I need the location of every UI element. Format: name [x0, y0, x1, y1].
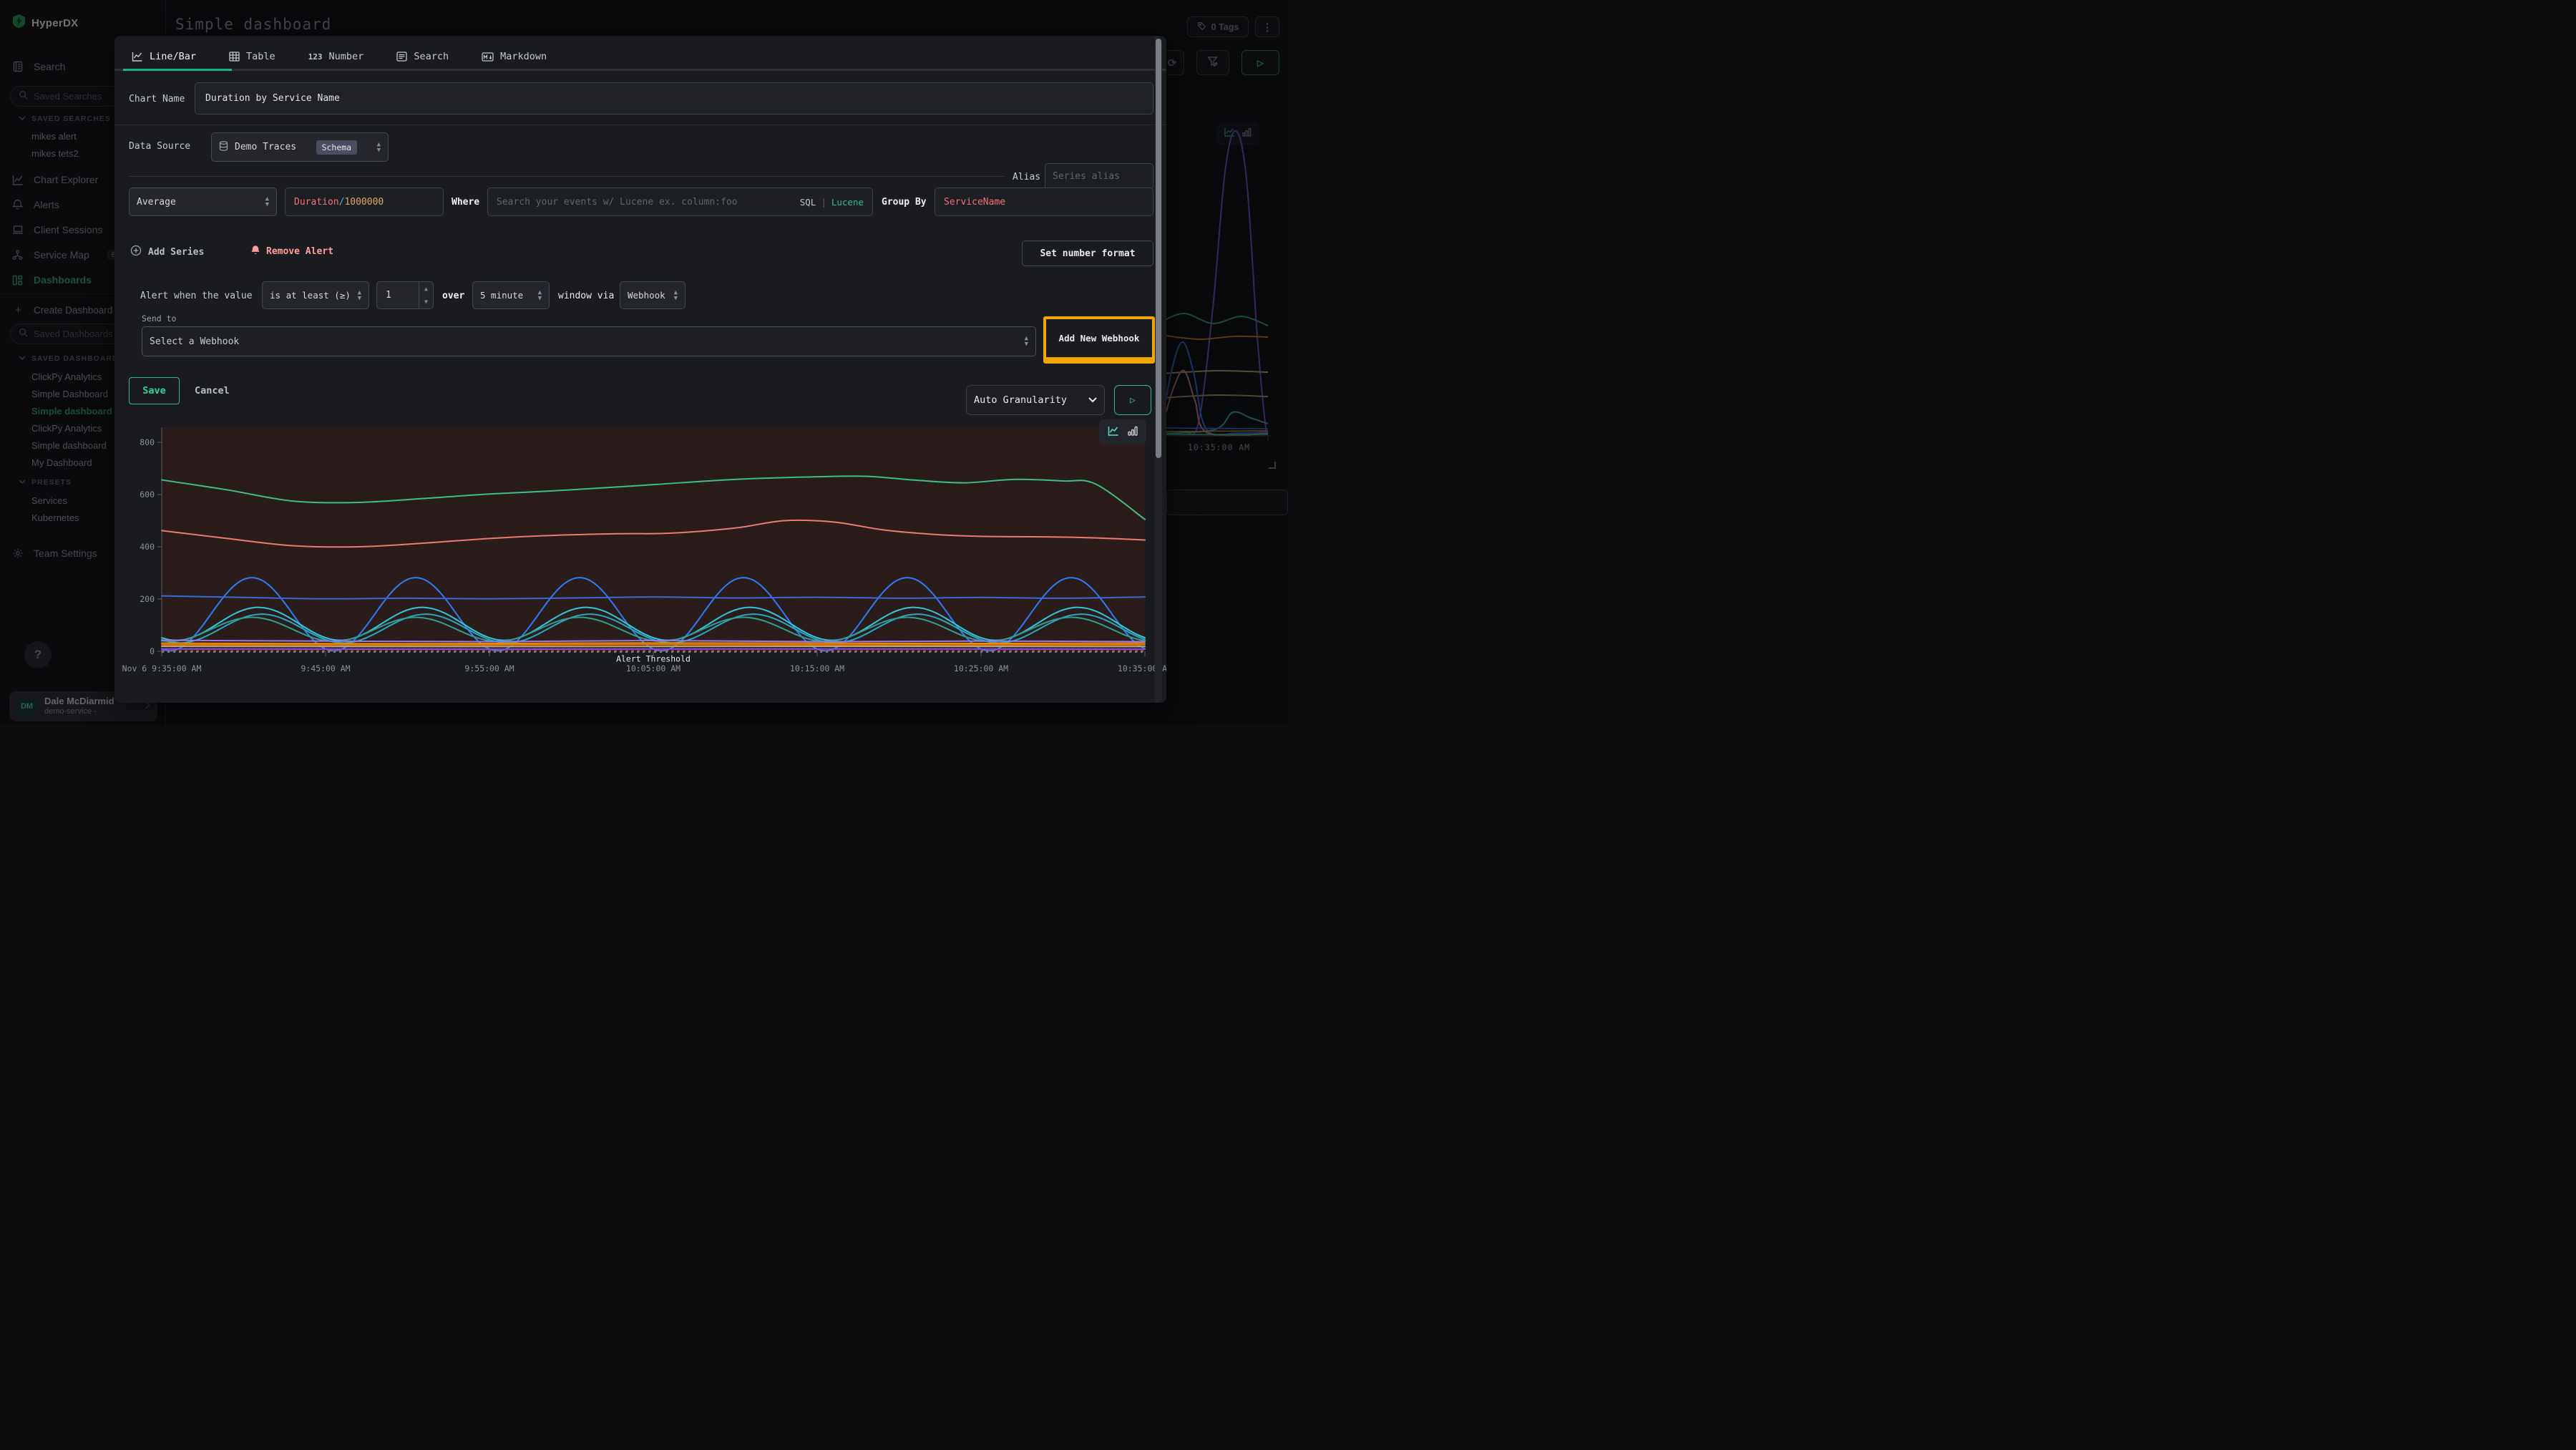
- number-123-icon: 123: [308, 52, 323, 62]
- preview-play-button[interactable]: ▷: [1114, 385, 1151, 415]
- number-stepper[interactable]: ▲▼: [419, 282, 433, 308]
- edit-chart-modal: Line/Bar Table 123 Number Search Markdow…: [114, 36, 1166, 703]
- lang-sql[interactable]: SQL: [800, 197, 816, 208]
- bell-filled-icon: [250, 245, 260, 258]
- save-button[interactable]: Save: [129, 377, 180, 404]
- svg-text:200: 200: [140, 594, 155, 604]
- modal-scrollbar-thumb[interactable]: [1156, 39, 1161, 458]
- tab-search[interactable]: Search: [396, 51, 449, 62]
- svg-text:0: 0: [150, 646, 155, 656]
- series-divider: [129, 176, 1005, 177]
- svg-text:10:25:00 AM: 10:25:00 AM: [954, 663, 1008, 673]
- svg-text:9:45:00 AM: 9:45:00 AM: [301, 663, 350, 673]
- chart-type-tabs: Line/Bar Table 123 Number Search Markdow…: [132, 44, 547, 69]
- search-list-icon: [396, 52, 407, 62]
- svg-text:10:15:00 AM: 10:15:00 AM: [790, 663, 844, 673]
- svg-text:Nov 6 9:35:00 AM: Nov 6 9:35:00 AM: [122, 663, 202, 673]
- stepper-up-icon[interactable]: ▲: [424, 286, 428, 292]
- remove-alert-button[interactable]: Remove Alert: [250, 245, 333, 258]
- chevron-updown-icon: ▲▼: [377, 142, 381, 153]
- alias-label: Alias: [1013, 172, 1040, 183]
- where-label: Where: [452, 197, 479, 208]
- field-expression-input[interactable]: Duration/1000000: [285, 188, 444, 216]
- group-by-input[interactable]: ServiceName: [935, 188, 1153, 216]
- alias-input[interactable]: [1045, 163, 1153, 190]
- group-by-label: Group By: [882, 197, 927, 208]
- chevron-updown-icon: ▲▼: [538, 290, 542, 301]
- alert-window-select[interactable]: 5 minute ▲▼: [472, 281, 550, 309]
- chart-type-toggle: [1099, 419, 1146, 444]
- svg-text:9:55:00 AM: 9:55:00 AM: [464, 663, 514, 673]
- svg-text:400: 400: [140, 542, 155, 552]
- alert-condition-select[interactable]: is at least (≥) ▲▼: [262, 281, 369, 309]
- tab-line-bar[interactable]: Line/Bar: [132, 51, 196, 62]
- svg-text:600: 600: [140, 490, 155, 500]
- preview-chart: 0 200 400 600 800 Nov 6 9:35:00 AM 9:45:00 AM 9…: [114, 422, 1166, 703]
- alert-threshold-input[interactable]: 1 ▲▼: [376, 281, 434, 309]
- line-chart-icon[interactable]: [1108, 425, 1119, 439]
- granularity-select[interactable]: Auto Granularity: [966, 385, 1105, 415]
- webhook-select[interactable]: Select a Webhook ▲▼: [142, 326, 1036, 356]
- where-input[interactable]: Search your events w/ Lucene ex. column:…: [487, 188, 873, 216]
- svg-text:800: 800: [140, 437, 155, 447]
- chevron-updown-icon: ▲▼: [358, 290, 361, 301]
- where-placeholder: Search your events w/ Lucene ex. column:…: [497, 197, 738, 208]
- alert-channel-select[interactable]: Webhook ▲▼: [620, 281, 686, 309]
- tab-number[interactable]: 123 Number: [308, 51, 364, 62]
- expression-token: /: [339, 197, 345, 208]
- bar-chart-icon[interactable]: [1128, 425, 1138, 439]
- add-new-webhook-button[interactable]: Add New Webhook: [1047, 320, 1151, 356]
- line-chart-icon: [132, 52, 143, 62]
- aggregation-select[interactable]: Average ▲▼: [129, 188, 277, 216]
- chevron-updown-icon: ▲▼: [674, 290, 678, 301]
- cancel-button[interactable]: Cancel: [195, 385, 230, 396]
- set-number-format-button[interactable]: Set number format: [1022, 240, 1153, 266]
- tab-table[interactable]: Table: [229, 51, 275, 62]
- chart-name-input[interactable]: [195, 82, 1153, 115]
- markdown-icon: [482, 52, 494, 62]
- schema-badge: Schema: [316, 140, 358, 155]
- table-icon: [229, 52, 240, 62]
- circle-plus-icon: [130, 245, 142, 259]
- data-source-label: Data Source: [129, 141, 190, 152]
- chevron-updown-icon: ▲▼: [1025, 336, 1028, 347]
- send-to-label: Send to: [142, 313, 176, 323]
- database-icon: [219, 141, 228, 154]
- add-series-button[interactable]: Add Series: [130, 245, 204, 259]
- chevron-down-icon: [1088, 395, 1097, 406]
- alert-when-label: Alert when the value: [140, 291, 253, 301]
- data-source-select[interactable]: Demo Traces Schema ▲▼: [211, 132, 389, 162]
- over-label: over: [442, 291, 464, 301]
- window-via-label: window via: [558, 291, 614, 301]
- stepper-down-icon[interactable]: ▼: [424, 298, 428, 305]
- chart-name-label: Chart Name: [129, 94, 185, 104]
- play-icon: ▷: [1130, 395, 1136, 406]
- svg-text:Alert Threshold: Alert Threshold: [616, 654, 691, 664]
- tabs-underline: [114, 69, 1166, 71]
- chevron-updown-icon: ▲▼: [265, 196, 269, 208]
- expression-token: Duration: [294, 197, 339, 208]
- lang-lucene[interactable]: Lucene: [831, 197, 864, 208]
- expression-token: 1000000: [344, 197, 384, 208]
- tab-markdown[interactable]: Markdown: [482, 51, 547, 62]
- active-tab-indicator: [123, 69, 232, 71]
- svg-text:10:05:00 AM: 10:05:00 AM: [626, 663, 680, 673]
